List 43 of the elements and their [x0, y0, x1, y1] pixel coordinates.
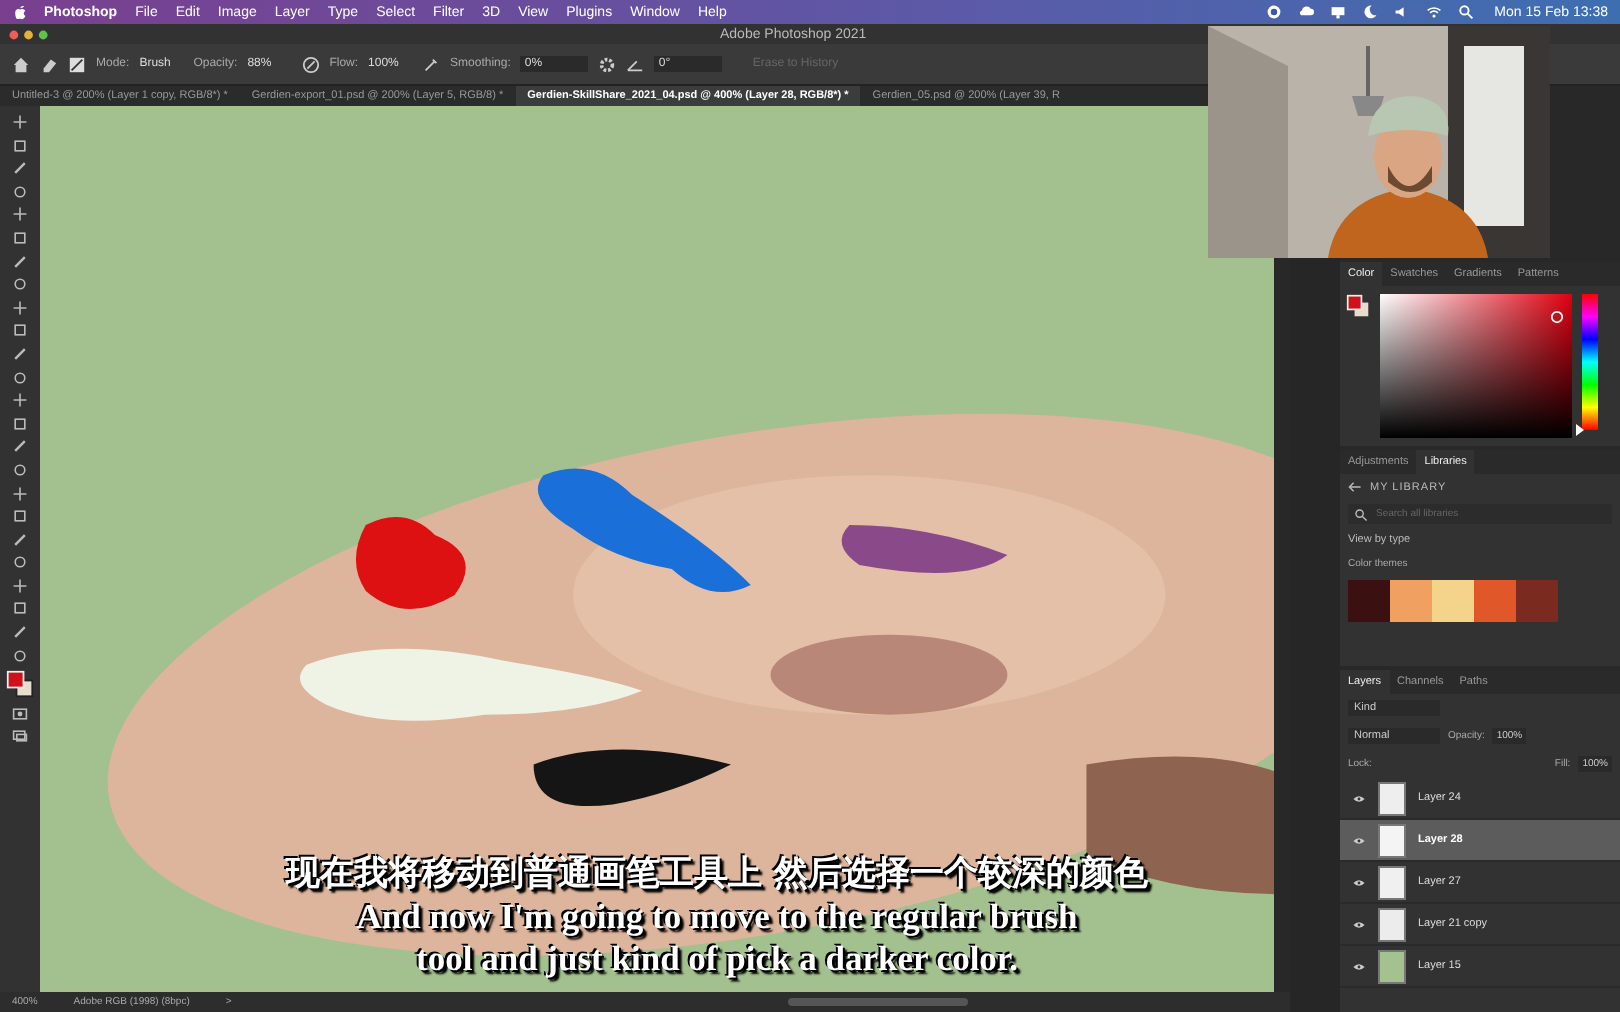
screen-mode-icon[interactable] — [12, 728, 28, 745]
eye-icon[interactable] — [1352, 919, 1366, 929]
airbrush-icon[interactable] — [422, 55, 441, 73]
tool-icon[interactable] — [12, 577, 28, 594]
cloud-icon[interactable] — [1298, 4, 1315, 20]
pressure-icon[interactable] — [301, 55, 320, 73]
subtitle-line: And now I'm going to move to the regular brush — [356, 896, 1078, 938]
color-theme-swatch[interactable] — [1390, 580, 1432, 622]
eye-icon[interactable] — [1352, 877, 1366, 887]
wifi-icon[interactable] — [1426, 4, 1443, 20]
color-picker-ring-icon[interactable] — [1550, 310, 1564, 324]
window-controls-icon[interactable] — [8, 27, 52, 41]
hue-slider-thumb[interactable] — [1576, 424, 1584, 436]
color-field[interactable] — [1380, 294, 1572, 438]
color-theme-swatch[interactable] — [1516, 580, 1558, 622]
subtitle-line: tool and just kind of pick a darker color. — [416, 938, 1018, 980]
search-icon[interactable] — [1458, 4, 1475, 20]
horizontal-scrollbar[interactable] — [787, 998, 968, 1006]
tool-icon[interactable] — [12, 392, 28, 409]
color-theme-swatch[interactable] — [1432, 580, 1474, 622]
eraser-icon[interactable] — [40, 55, 58, 73]
tool-icon[interactable] — [12, 299, 28, 316]
gear-icon[interactable] — [598, 55, 617, 73]
color-theme-swatch[interactable] — [1348, 580, 1390, 622]
color-theme-swatch[interactable] — [1474, 580, 1516, 622]
apple-logo-icon[interactable] — [12, 4, 28, 20]
home-icon[interactable] — [12, 55, 30, 73]
back-arrow-icon[interactable] — [1348, 480, 1362, 494]
search-icon — [1354, 507, 1368, 521]
eye-icon[interactable] — [1352, 835, 1366, 845]
monitor-icon[interactable] — [1330, 4, 1347, 20]
tool-icon[interactable] — [12, 114, 28, 130]
eye-icon[interactable] — [1352, 793, 1366, 803]
moon-icon[interactable] — [1362, 4, 1379, 20]
brush-settings-icon[interactable] — [68, 55, 86, 73]
record-icon[interactable] — [1266, 4, 1283, 20]
eye-icon[interactable] — [1352, 961, 1366, 971]
color-swatches-icon[interactable] — [6, 670, 34, 699]
angle-icon[interactable] — [626, 55, 645, 73]
tool-icon[interactable] — [12, 206, 28, 223]
quick-mask-icon[interactable] — [12, 705, 28, 722]
tool-icon[interactable] — [12, 485, 28, 501]
foreground-background-icon[interactable] — [1346, 294, 1370, 318]
